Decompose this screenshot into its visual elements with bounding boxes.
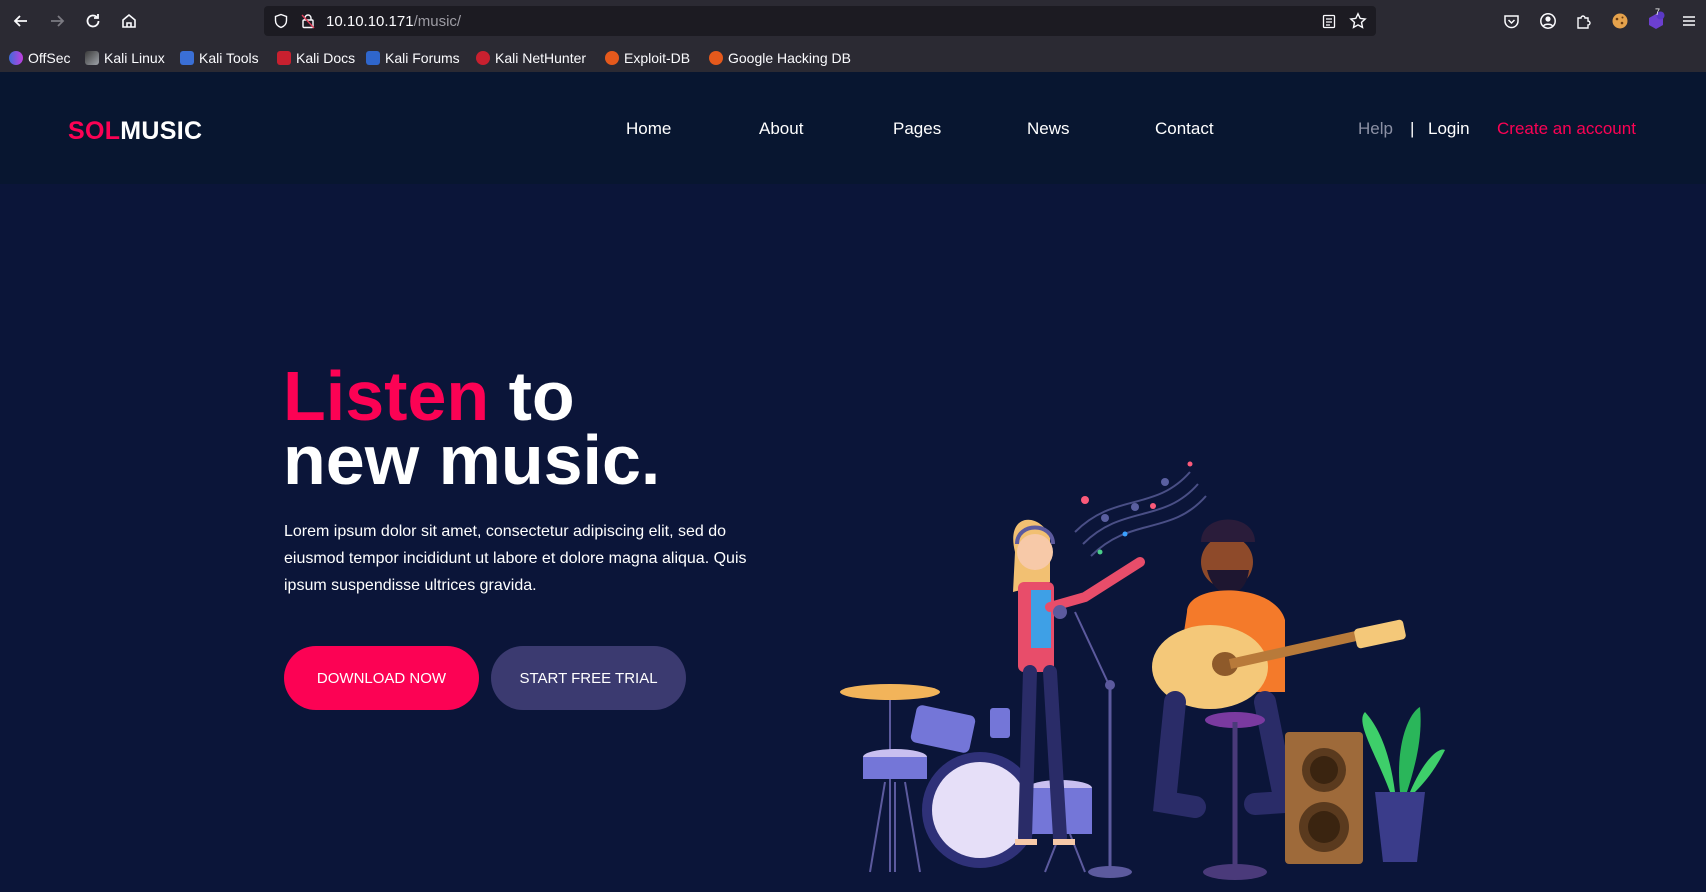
- site-logo[interactable]: SOLMUSIC: [68, 117, 202, 146]
- help-link[interactable]: Help: [1358, 119, 1393, 139]
- bookmark-label: Kali NetHunter: [495, 50, 587, 66]
- bookmark-label: Kali Forums: [385, 50, 460, 66]
- speaker-illustration: [1285, 732, 1363, 864]
- cymbal-illustration: [840, 684, 940, 700]
- bookmark-kali-forums[interactable]: Kali Forums: [366, 48, 460, 68]
- home-button[interactable]: [116, 8, 142, 34]
- url-host: 10.10.10.171: [326, 13, 414, 30]
- nav-contact[interactable]: Contact: [1155, 119, 1214, 139]
- bookmark-label: Kali Tools: [199, 50, 259, 66]
- reload-button[interactable]: [80, 8, 106, 34]
- bookmark-google-hacking-db[interactable]: Google Hacking DB: [709, 48, 851, 68]
- hero-headline: Listen to new music.: [283, 361, 661, 499]
- bookmark-label: OffSec: [28, 50, 71, 66]
- puzzle-icon: [1577, 15, 1591, 29]
- hero-description: Lorem ipsum dolor sit amet, consectetur …: [284, 523, 747, 594]
- google-hacking-db-icon: [709, 51, 723, 65]
- address-bar[interactable]: 10.10.10.171/music/: [264, 6, 1376, 36]
- logo-music: MUSIC: [120, 117, 203, 145]
- bookmark-label: Exploit-DB: [624, 50, 691, 66]
- nav-separator: |: [1410, 119, 1415, 138]
- bookmarks-toolbar: OffSec Kali Linux Kali Tools Kali Docs K…: [0, 43, 1706, 73]
- cookie-icon: [1612, 13, 1628, 29]
- music-notes-illustration: [1074, 461, 1207, 557]
- kali-dragon-icon: [85, 51, 99, 65]
- bookmark-label: Google Hacking DB: [728, 50, 851, 66]
- login-link[interactable]: Login: [1428, 119, 1470, 139]
- bookmark-kali-tools[interactable]: Kali Tools: [180, 48, 259, 68]
- bookmark-exploit-db[interactable]: Exploit-DB: [605, 48, 690, 68]
- nav-about[interactable]: About: [759, 119, 803, 139]
- microphone-stand-illustration: [1074, 611, 1132, 878]
- shield-icon[interactable]: [273, 13, 289, 29]
- kali-tools-icon: [180, 51, 194, 65]
- exploit-db-icon: [605, 51, 619, 65]
- site-header: SOLMUSIC Home About Pages News Contact H…: [0, 72, 1706, 184]
- nav-pages[interactable]: Pages: [893, 119, 941, 139]
- pocket-icon: [1503, 14, 1519, 28]
- bookmark-label: Kali Linux: [104, 50, 165, 66]
- download-now-button[interactable]: DOWNLOAD NOW: [284, 646, 479, 710]
- url-text[interactable]: 10.10.10.171/music/: [326, 13, 461, 30]
- hero-section: Listen to new music. Lorem ipsum dolor s…: [0, 184, 1706, 880]
- logo-sol: SOL: [68, 117, 121, 145]
- cookie-extension-button[interactable]: [1607, 8, 1633, 34]
- nav-home[interactable]: Home: [626, 119, 671, 139]
- kali-nethunter-icon: [476, 51, 490, 65]
- forward-button[interactable]: [44, 8, 70, 34]
- bookmark-offsec[interactable]: OffSec: [9, 48, 71, 68]
- bookmark-label: Kali Docs: [296, 50, 356, 66]
- extension-badge: 7: [1655, 7, 1661, 17]
- home-icon: [122, 13, 136, 28]
- account-button[interactable]: [1535, 8, 1561, 34]
- guitarist-illustration: [1152, 519, 1406, 880]
- back-button[interactable]: [8, 8, 34, 34]
- browser-toolbar: 10.10.10.171/music/ 7: [0, 0, 1706, 43]
- offsec-icon: [9, 51, 23, 65]
- create-account-link[interactable]: Create an account: [1497, 119, 1636, 139]
- start-free-trial-button[interactable]: START FREE TRIAL: [491, 646, 686, 710]
- bookmark-kali-docs[interactable]: Kali Docs: [277, 48, 355, 68]
- hamburger-menu-icon: [1683, 16, 1695, 26]
- extensions-button[interactable]: [1571, 8, 1597, 34]
- headline-line2: new music.: [283, 421, 661, 499]
- reload-icon: [86, 14, 100, 28]
- pocket-button[interactable]: [1498, 8, 1524, 34]
- account-icon: [1540, 13, 1556, 29]
- lock-icon[interactable]: [300, 13, 316, 29]
- back-arrow-icon: [13, 15, 27, 27]
- url-path: /music/: [413, 13, 462, 30]
- bookmark-star-icon[interactable]: [1349, 12, 1367, 30]
- plant-illustration: [1362, 707, 1445, 862]
- kali-docs-icon: [277, 51, 291, 65]
- kali-forums-icon: [366, 51, 380, 65]
- forward-arrow-icon: [51, 15, 65, 27]
- nav-news[interactable]: News: [1027, 119, 1070, 139]
- bookmark-kali-nethunter[interactable]: Kali NetHunter: [476, 48, 586, 68]
- menu-button[interactable]: [1676, 8, 1702, 34]
- hackbar-extension-button[interactable]: 7: [1643, 7, 1669, 34]
- musicians-illustration: [840, 461, 1445, 880]
- reader-view-icon[interactable]: [1322, 14, 1336, 29]
- bookmark-kali-linux[interactable]: Kali Linux: [85, 48, 165, 68]
